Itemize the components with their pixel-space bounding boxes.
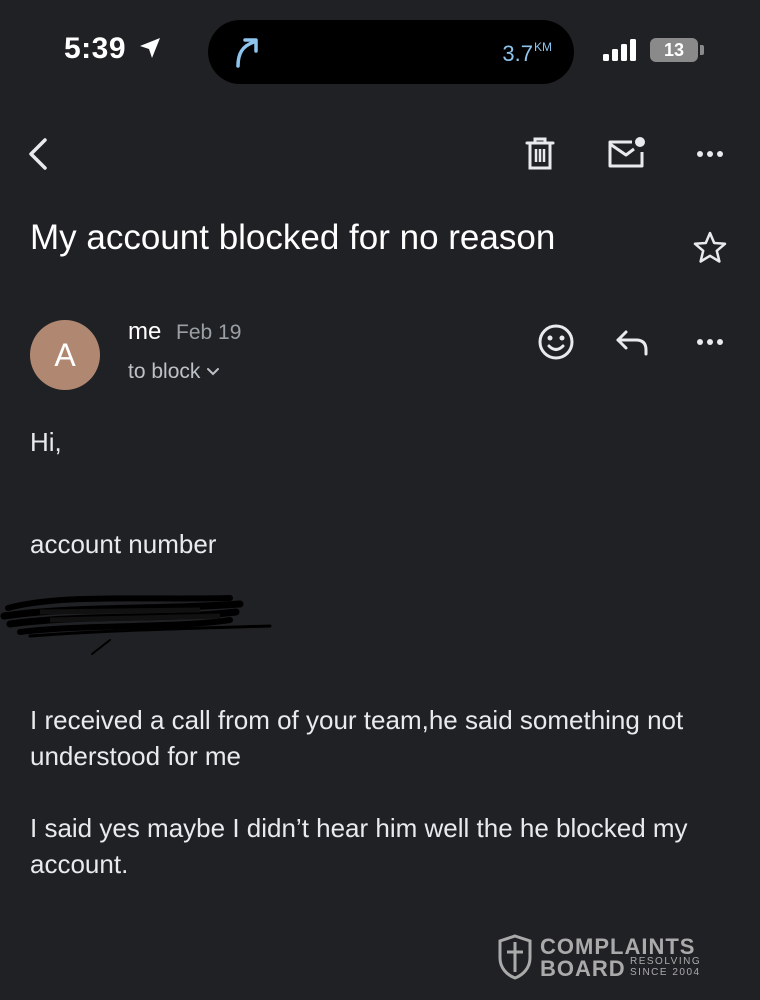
body-paragraph-2: I said yes maybe I didn’t hear him well … bbox=[30, 813, 688, 879]
watermark-tagline: RESOLVING SINCE 2004 bbox=[630, 956, 701, 978]
watermark-line2: BOARD bbox=[540, 956, 626, 981]
back-icon[interactable] bbox=[18, 132, 62, 176]
email-date: Feb 19 bbox=[176, 321, 242, 344]
emoji-reaction-icon[interactable] bbox=[534, 320, 578, 364]
trash-icon[interactable] bbox=[518, 132, 562, 176]
more-icon[interactable] bbox=[688, 132, 732, 176]
reply-icon[interactable] bbox=[610, 320, 654, 364]
email-subject: My account blocked for no reason bbox=[30, 218, 556, 257]
complaints-board-watermark: COMPLAINTS BOARD RESOLVING SINCE 2004 bbox=[498, 934, 718, 982]
battery-icon: 13 bbox=[650, 38, 698, 62]
signal-icon bbox=[603, 39, 636, 61]
recipient-label: to block bbox=[128, 360, 201, 383]
nav-distance: 3.7KM bbox=[502, 40, 552, 67]
shield-logo-icon bbox=[498, 934, 532, 980]
battery-tip bbox=[700, 45, 704, 55]
status-bar: 5:39 3.7KM 13 bbox=[0, 0, 760, 100]
location-arrow-icon bbox=[140, 38, 160, 58]
dynamic-island[interactable]: 3.7KM bbox=[208, 20, 574, 84]
message-more-icon[interactable] bbox=[688, 320, 732, 364]
navigation-arrow-icon bbox=[236, 38, 258, 68]
sender-name: me bbox=[128, 318, 162, 345]
body-paragraph-1: I received a call from of your team,he s… bbox=[30, 705, 684, 771]
mark-unread-icon[interactable] bbox=[604, 132, 648, 176]
chevron-down-icon bbox=[207, 368, 220, 376]
star-icon[interactable] bbox=[690, 228, 730, 268]
avatar[interactable]: A bbox=[30, 320, 100, 390]
recipient-details[interactable]: to block bbox=[128, 360, 220, 384]
distance-unit: KM bbox=[534, 40, 552, 54]
body-account-label: account number bbox=[30, 529, 217, 559]
watermark-tag1: RESOLVING bbox=[630, 956, 702, 967]
distance-value: 3.7 bbox=[502, 41, 533, 66]
watermark-tag2: SINCE 2004 bbox=[630, 967, 701, 978]
body-greeting: Hi, bbox=[30, 427, 62, 457]
redaction-scribble bbox=[0, 595, 272, 655]
status-time: 5:39 bbox=[64, 32, 127, 65]
